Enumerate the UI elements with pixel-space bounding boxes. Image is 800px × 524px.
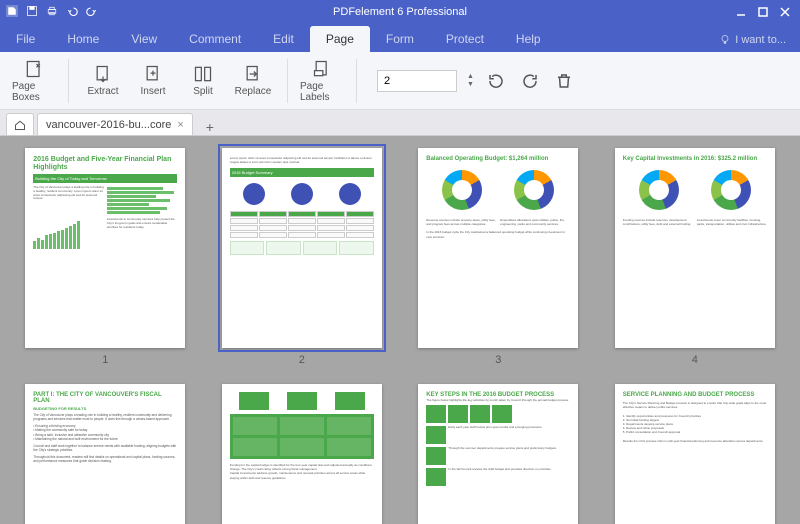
tab-form[interactable]: Form xyxy=(370,26,430,52)
page-boxes-icon xyxy=(24,59,44,79)
thumb-title: SERVICE PLANNING AND BUDGET PROCESS xyxy=(623,392,767,398)
split-label: Split xyxy=(193,86,212,97)
rotate-ccw-icon xyxy=(487,72,505,90)
page-labels-icon xyxy=(312,59,332,79)
ribbon: Page Boxes Extract Insert Split Replace … xyxy=(0,52,800,110)
close-button[interactable] xyxy=(776,5,794,19)
page-spinner[interactable]: ▲▼ xyxy=(467,73,474,89)
new-tab-button[interactable]: + xyxy=(199,119,221,135)
lightbulb-icon xyxy=(719,34,731,46)
home-tab-button[interactable] xyxy=(6,113,34,135)
tell-me[interactable]: I want to... xyxy=(705,28,800,52)
thumb-title: Key Capital Investments in 2016: $325.2 … xyxy=(623,156,767,162)
page-thumbnail-4[interactable]: Key Capital Investments in 2016: $325.2 … xyxy=(615,148,775,348)
page-boxes-button[interactable]: Page Boxes xyxy=(10,57,58,105)
page-number-input[interactable] xyxy=(377,70,457,92)
page-thumbnail-area[interactable]: 2016 Budget and Five-Year Financial Plan… xyxy=(0,136,800,524)
home-icon xyxy=(14,119,26,131)
tab-help[interactable]: Help xyxy=(500,26,557,52)
page-thumbnail-2[interactable]: Lorem ipsum dolor sit amet consectetur a… xyxy=(222,148,382,348)
insert-label: Insert xyxy=(140,86,165,97)
page-boxes-label: Page Boxes xyxy=(12,81,56,103)
separator xyxy=(287,59,288,103)
minimize-button[interactable] xyxy=(732,5,750,19)
split-icon xyxy=(193,64,213,84)
thumb-title: Balanced Operating Budget: $1,264 millio… xyxy=(426,156,570,162)
menu-file[interactable]: File xyxy=(0,26,51,52)
menu-bar: File Home View Comment Edit Page Form Pr… xyxy=(0,24,800,52)
tab-edit[interactable]: Edit xyxy=(257,26,310,52)
app-title: PDFelement 6 Professional xyxy=(0,6,800,18)
document-tab-label: vancouver-2016-bu...core xyxy=(46,119,171,131)
separator xyxy=(356,59,357,103)
insert-icon xyxy=(143,64,163,84)
insert-button[interactable]: Insert xyxy=(129,62,177,99)
tab-view[interactable]: View xyxy=(115,26,173,52)
page-labels-button[interactable]: Page Labels xyxy=(298,57,346,105)
tab-protect[interactable]: Protect xyxy=(430,26,500,52)
page-labels-label: Page Labels xyxy=(300,81,344,103)
thumb-title: PART I: THE CITY OF VANCOUVER'S FISCAL P… xyxy=(33,392,177,404)
thumb-title: 2016 Budget and Five-Year Financial Plan… xyxy=(33,156,177,171)
save-icon[interactable] xyxy=(26,5,38,20)
document-tab[interactable]: vancouver-2016-bu...core × xyxy=(37,113,193,135)
document-tab-bar: vancouver-2016-bu...core × + xyxy=(0,110,800,136)
replace-icon xyxy=(243,64,263,84)
extract-button[interactable]: Extract xyxy=(79,62,127,99)
title-bar: PDFelement 6 Professional xyxy=(0,0,800,24)
thumb-subtitle: Building the City of Today and Tomorrow xyxy=(33,174,177,183)
maximize-button[interactable] xyxy=(754,5,772,19)
delete-page-button[interactable] xyxy=(552,69,576,93)
page-label: 2 xyxy=(299,354,305,366)
page-thumbnail-1[interactable]: 2016 Budget and Five-Year Financial Plan… xyxy=(25,148,185,348)
rotate-cw-button[interactable] xyxy=(518,69,542,93)
undo-icon[interactable] xyxy=(66,5,78,20)
page-thumbnail-3[interactable]: Balanced Operating Budget: $1,264 millio… xyxy=(418,148,578,348)
app-icon xyxy=(6,5,18,20)
extract-label: Extract xyxy=(87,86,118,97)
tell-me-label: I want to... xyxy=(735,34,786,46)
page-thumbnail-8[interactable]: SERVICE PLANNING AND BUDGET PROCESS The … xyxy=(615,384,775,524)
print-icon[interactable] xyxy=(46,5,58,20)
tab-home[interactable]: Home xyxy=(51,26,115,52)
page-label: 3 xyxy=(495,354,501,366)
separator xyxy=(68,59,69,103)
page-label: 1 xyxy=(102,354,108,366)
redo-icon[interactable] xyxy=(86,5,98,20)
page-thumbnail-6[interactable]: Funding for the capital budget is identi… xyxy=(222,384,382,524)
tab-comment[interactable]: Comment xyxy=(173,26,257,52)
thumb-heading: 2016 Budget Summary xyxy=(230,168,374,177)
rotate-cw-icon xyxy=(521,72,539,90)
page-thumbnail-7[interactable]: KEY STEPS IN THE 2016 BUDGET PROCESS The… xyxy=(418,384,578,524)
page-label: 4 xyxy=(692,354,698,366)
tab-page[interactable]: Page xyxy=(310,26,370,52)
rotate-ccw-button[interactable] xyxy=(484,69,508,93)
page-thumbnail-5[interactable]: PART I: THE CITY OF VANCOUVER'S FISCAL P… xyxy=(25,384,185,524)
replace-label: Replace xyxy=(235,86,272,97)
replace-button[interactable]: Replace xyxy=(229,62,277,99)
split-button[interactable]: Split xyxy=(179,62,227,99)
thumb-subtitle: BUDGETING FOR RESULTS xyxy=(33,406,177,411)
close-tab-button[interactable]: × xyxy=(177,119,183,131)
extract-icon xyxy=(93,64,113,84)
trash-icon xyxy=(555,72,573,90)
